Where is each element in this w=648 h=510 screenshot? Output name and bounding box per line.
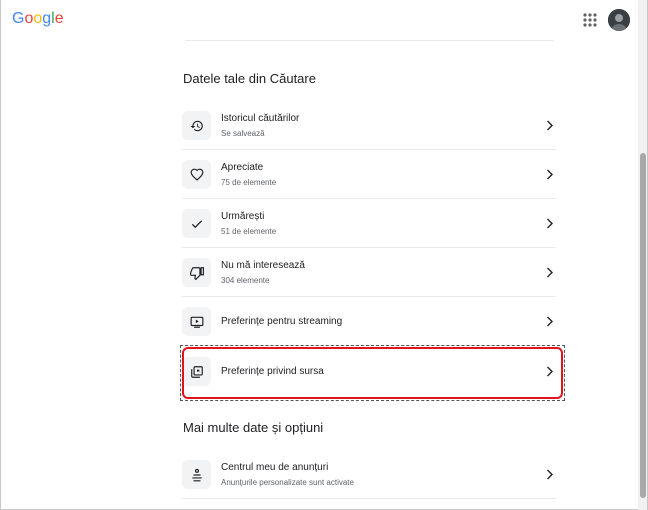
row-title: Apreciate: [221, 162, 264, 173]
ad-center-row[interactable]: Centrul meu de anunțuri Anunțurile perso…: [182, 450, 556, 499]
row-subtitle: 304 elemente: [221, 276, 270, 285]
chevron-right-icon: [547, 120, 553, 131]
highlight-box: [182, 347, 563, 399]
row-title: Nu mă interesează: [221, 260, 305, 271]
logo-letter-o2: o: [33, 10, 43, 27]
google-logo[interactable]: Google: [12, 10, 64, 28]
scrollbar-thumb[interactable]: [640, 153, 646, 498]
divider: [185, 40, 553, 41]
grid-apps-icon[interactable]: [580, 10, 600, 30]
row-title: Centrul meu de anunțuri: [221, 462, 329, 473]
check-icon: [182, 209, 211, 238]
section-title-more-data: Mai multe date și opțiuni: [183, 420, 324, 435]
row-title: Urmărești: [221, 211, 265, 222]
row-divider: [182, 498, 556, 499]
thumb-down-icon: [182, 258, 211, 287]
history-icon: [182, 111, 211, 140]
row-subtitle: Anunțurile personalizate sunt activate: [221, 478, 354, 487]
streaming-preferences-row[interactable]: Preferințe pentru streaming: [182, 297, 556, 346]
chevron-right-icon: [547, 169, 553, 180]
section-title-search-data: Datele tale din Căutare: [183, 71, 316, 86]
row-subtitle: 75 de elemente: [221, 178, 277, 187]
heart-icon: [182, 160, 211, 189]
liked-row[interactable]: Apreciate 75 de elemente: [182, 150, 556, 199]
logo-letter-g: G: [12, 10, 25, 27]
window-border-left: [0, 0, 1, 510]
streaming-icon: [182, 307, 211, 336]
row-subtitle: 51 de elemente: [221, 227, 277, 236]
account-avatar[interactable]: [608, 9, 630, 31]
search-history-row[interactable]: Istoricul căutărilor Se salvează: [182, 101, 556, 150]
row-title: Istoricul căutărilor: [221, 113, 300, 124]
ad-center-icon: [182, 460, 211, 489]
chevron-right-icon: [547, 469, 553, 480]
row-title: Preferințe pentru streaming: [221, 316, 343, 327]
chevron-right-icon: [547, 267, 553, 278]
following-row[interactable]: Urmărești 51 de elemente: [182, 199, 556, 248]
chevron-right-icon: [547, 218, 553, 229]
logo-letter-g2: g: [42, 10, 52, 27]
logo-letter-e: e: [54, 10, 64, 27]
not-interested-row[interactable]: Nu mă interesează 304 elemente: [182, 248, 556, 297]
row-subtitle: Se salvează: [221, 129, 265, 138]
chevron-right-icon: [547, 316, 553, 327]
top-bar: Google: [0, 0, 648, 40]
